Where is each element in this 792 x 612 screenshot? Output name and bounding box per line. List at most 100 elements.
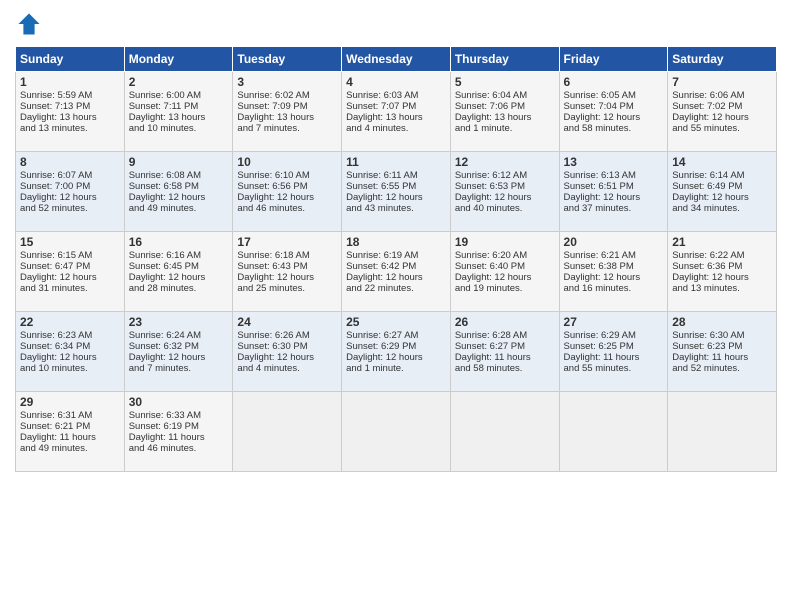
day-cell: 2Sunrise: 6:00 AMSunset: 7:11 PMDaylight… xyxy=(124,72,233,152)
calendar-header: SundayMondayTuesdayWednesdayThursdayFrid… xyxy=(16,47,777,72)
day-info-line: Sunset: 7:04 PM xyxy=(564,101,664,112)
day-cell: 9Sunrise: 6:08 AMSunset: 6:58 PMDaylight… xyxy=(124,152,233,232)
day-number: 30 xyxy=(129,395,229,409)
day-number: 8 xyxy=(20,155,120,169)
day-info-line: and 43 minutes. xyxy=(346,203,446,214)
day-info-line: and 58 minutes. xyxy=(564,123,664,134)
day-info-line: Sunrise: 6:05 AM xyxy=(564,90,664,101)
day-cell: 28Sunrise: 6:30 AMSunset: 6:23 PMDayligh… xyxy=(668,312,777,392)
day-number: 18 xyxy=(346,235,446,249)
week-row-1: 1Sunrise: 5:59 AMSunset: 7:13 PMDaylight… xyxy=(16,72,777,152)
day-number: 25 xyxy=(346,315,446,329)
day-number: 28 xyxy=(672,315,772,329)
logo xyxy=(15,10,45,38)
day-info-line: Daylight: 11 hours xyxy=(455,352,555,363)
calendar-container: SundayMondayTuesdayWednesdayThursdayFrid… xyxy=(0,0,792,612)
day-cell: 1Sunrise: 5:59 AMSunset: 7:13 PMDaylight… xyxy=(16,72,125,152)
day-info-line: Daylight: 13 hours xyxy=(129,112,229,123)
day-info-line: Sunrise: 6:29 AM xyxy=(564,330,664,341)
day-number: 26 xyxy=(455,315,555,329)
day-info-line: Daylight: 12 hours xyxy=(20,352,120,363)
day-info-line: Sunrise: 6:06 AM xyxy=(672,90,772,101)
day-info-line: Sunrise: 6:26 AM xyxy=(237,330,337,341)
day-cell xyxy=(559,392,668,472)
day-number: 23 xyxy=(129,315,229,329)
day-info-line: Sunrise: 6:16 AM xyxy=(129,250,229,261)
day-info-line: Sunset: 6:58 PM xyxy=(129,181,229,192)
day-info-line: Daylight: 11 hours xyxy=(20,432,120,443)
day-info-line: Sunset: 6:36 PM xyxy=(672,261,772,272)
day-info-line: Sunrise: 6:03 AM xyxy=(346,90,446,101)
day-info-line: Sunset: 6:23 PM xyxy=(672,341,772,352)
day-number: 16 xyxy=(129,235,229,249)
day-info-line: Sunrise: 6:28 AM xyxy=(455,330,555,341)
day-info-line: and 13 minutes. xyxy=(672,283,772,294)
day-number: 12 xyxy=(455,155,555,169)
day-info-line: Daylight: 12 hours xyxy=(129,272,229,283)
weekday-header-wednesday: Wednesday xyxy=(342,47,451,72)
day-info-line: Daylight: 12 hours xyxy=(672,192,772,203)
day-info-line: Sunset: 6:40 PM xyxy=(455,261,555,272)
day-info-line: and 10 minutes. xyxy=(129,123,229,134)
day-cell: 24Sunrise: 6:26 AMSunset: 6:30 PMDayligh… xyxy=(233,312,342,392)
day-info-line: and 46 minutes. xyxy=(129,443,229,454)
day-cell: 17Sunrise: 6:18 AMSunset: 6:43 PMDayligh… xyxy=(233,232,342,312)
day-info-line: Sunrise: 6:30 AM xyxy=(672,330,772,341)
day-info-line: Daylight: 13 hours xyxy=(20,112,120,123)
day-number: 3 xyxy=(237,75,337,89)
day-info-line: Sunrise: 6:07 AM xyxy=(20,170,120,181)
day-info-line: Sunrise: 6:04 AM xyxy=(455,90,555,101)
day-number: 10 xyxy=(237,155,337,169)
week-row-5: 29Sunrise: 6:31 AMSunset: 6:21 PMDayligh… xyxy=(16,392,777,472)
weekday-header-tuesday: Tuesday xyxy=(233,47,342,72)
day-info-line: Sunset: 6:56 PM xyxy=(237,181,337,192)
day-info-line: Sunrise: 6:12 AM xyxy=(455,170,555,181)
day-cell: 10Sunrise: 6:10 AMSunset: 6:56 PMDayligh… xyxy=(233,152,342,232)
day-info-line: Sunset: 7:07 PM xyxy=(346,101,446,112)
day-info-line: and 7 minutes. xyxy=(237,123,337,134)
day-info-line: and 22 minutes. xyxy=(346,283,446,294)
day-info-line: and 13 minutes. xyxy=(20,123,120,134)
day-cell: 27Sunrise: 6:29 AMSunset: 6:25 PMDayligh… xyxy=(559,312,668,392)
day-info-line: Sunrise: 6:33 AM xyxy=(129,410,229,421)
day-info-line: Daylight: 12 hours xyxy=(129,192,229,203)
weekday-header-monday: Monday xyxy=(124,47,233,72)
week-row-2: 8Sunrise: 6:07 AMSunset: 7:00 PMDaylight… xyxy=(16,152,777,232)
day-number: 13 xyxy=(564,155,664,169)
day-cell: 16Sunrise: 6:16 AMSunset: 6:45 PMDayligh… xyxy=(124,232,233,312)
day-cell: 26Sunrise: 6:28 AMSunset: 6:27 PMDayligh… xyxy=(450,312,559,392)
weekday-header-friday: Friday xyxy=(559,47,668,72)
weekday-header-sunday: Sunday xyxy=(16,47,125,72)
day-cell xyxy=(233,392,342,472)
day-info-line: Sunrise: 6:00 AM xyxy=(129,90,229,101)
day-info-line: Daylight: 12 hours xyxy=(455,272,555,283)
day-cell: 5Sunrise: 6:04 AMSunset: 7:06 PMDaylight… xyxy=(450,72,559,152)
day-info-line: Sunrise: 6:31 AM xyxy=(20,410,120,421)
weekday-header-saturday: Saturday xyxy=(668,47,777,72)
day-info-line: Sunset: 6:38 PM xyxy=(564,261,664,272)
day-info-line: and 19 minutes. xyxy=(455,283,555,294)
day-info-line: Daylight: 13 hours xyxy=(237,112,337,123)
day-info-line: and 49 minutes. xyxy=(20,443,120,454)
day-info-line: Daylight: 12 hours xyxy=(346,352,446,363)
day-number: 29 xyxy=(20,395,120,409)
day-number: 4 xyxy=(346,75,446,89)
day-info-line: and 4 minutes. xyxy=(346,123,446,134)
day-cell: 30Sunrise: 6:33 AMSunset: 6:19 PMDayligh… xyxy=(124,392,233,472)
day-info-line: and 55 minutes. xyxy=(672,123,772,134)
day-number: 19 xyxy=(455,235,555,249)
day-info-line: Daylight: 12 hours xyxy=(20,272,120,283)
day-number: 15 xyxy=(20,235,120,249)
day-info-line: Daylight: 12 hours xyxy=(129,352,229,363)
day-info-line: Daylight: 11 hours xyxy=(672,352,772,363)
day-info-line: and 55 minutes. xyxy=(564,363,664,374)
day-info-line: and 4 minutes. xyxy=(237,363,337,374)
day-info-line: Sunrise: 6:20 AM xyxy=(455,250,555,261)
day-cell: 8Sunrise: 6:07 AMSunset: 7:00 PMDaylight… xyxy=(16,152,125,232)
day-cell: 4Sunrise: 6:03 AMSunset: 7:07 PMDaylight… xyxy=(342,72,451,152)
day-cell: 11Sunrise: 6:11 AMSunset: 6:55 PMDayligh… xyxy=(342,152,451,232)
day-info-line: Sunset: 6:29 PM xyxy=(346,341,446,352)
day-info-line: Sunset: 6:19 PM xyxy=(129,421,229,432)
day-cell: 23Sunrise: 6:24 AMSunset: 6:32 PMDayligh… xyxy=(124,312,233,392)
day-info-line: Sunrise: 6:18 AM xyxy=(237,250,337,261)
